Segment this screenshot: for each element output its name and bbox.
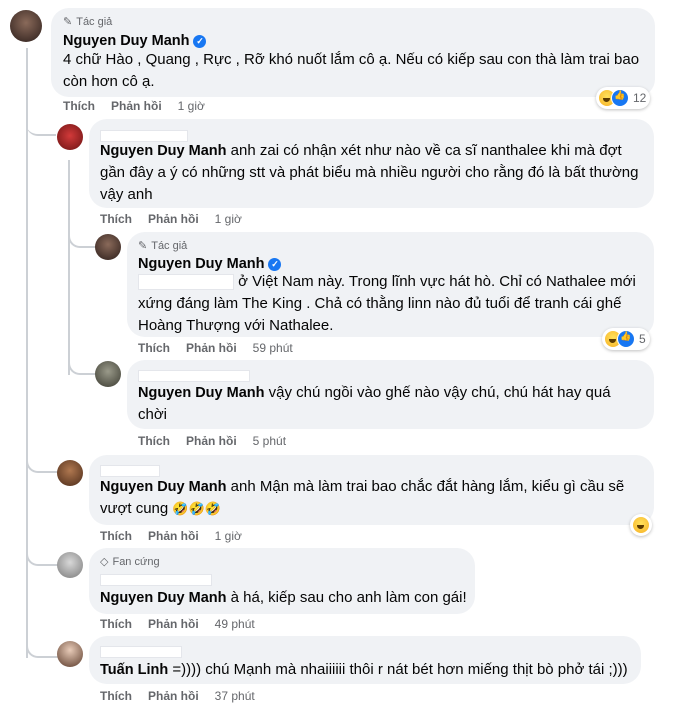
reaction-summary[interactable] xyxy=(630,514,652,536)
comment-actions: Thích Phản hồi 1 giờ xyxy=(100,529,242,543)
thread-connector xyxy=(26,118,56,136)
verified-icon: ✓ xyxy=(268,257,282,271)
diamond-icon: ◇ xyxy=(100,556,109,568)
commenter-name[interactable]: Nguyen Duy Manh ✓ xyxy=(138,256,282,272)
comment-actions: Thích Phản hồi 49 phút xyxy=(100,617,255,631)
comment-actions: Thích Phản hồi 59 phút xyxy=(138,341,293,355)
author-badge: ✎ Tác giả xyxy=(138,239,188,253)
avatar[interactable] xyxy=(57,552,83,578)
verified-icon: ✓ xyxy=(193,34,207,48)
reply-button[interactable]: Phản hồi xyxy=(186,341,237,355)
like-button[interactable]: Thích xyxy=(100,689,132,703)
commenter-name[interactable]: Nguyen Duy Manh xyxy=(100,143,226,159)
commenter-name[interactable]: Nguyen Duy Manh xyxy=(100,590,226,606)
like-button[interactable]: Thích xyxy=(100,617,132,631)
comment-text: Nguyen Duy Manh anh Mận mà làm trai bao … xyxy=(100,478,625,517)
commenter-name[interactable]: Tuấn Linh xyxy=(100,662,168,678)
comment-text: 4 chữ Hào , Quang , Rực , Rỡ khó nuốt lắ… xyxy=(63,51,640,90)
like-button[interactable]: Thích xyxy=(138,341,170,355)
like-button[interactable]: Thích xyxy=(100,529,132,543)
timestamp[interactable]: 1 giờ xyxy=(215,212,242,226)
avatar[interactable] xyxy=(10,10,42,42)
reaction-summary[interactable]: 5 xyxy=(602,328,650,350)
pencil-icon: ✎ xyxy=(63,16,73,28)
thread-line xyxy=(68,160,70,375)
redacted-text xyxy=(138,274,234,291)
reply-button[interactable]: Phản hồi xyxy=(111,99,162,113)
comment-actions: Thích Phản hồi 37 phút xyxy=(100,689,255,703)
reaction-count: 5 xyxy=(639,332,646,346)
avatar[interactable] xyxy=(95,361,121,387)
fan-badge: ◇ Fan cứng xyxy=(100,555,160,569)
avatar[interactable] xyxy=(95,234,121,260)
comment-actions: Thích Phản hồi 5 phút xyxy=(138,434,286,448)
thread-connector xyxy=(68,228,96,248)
author-badge-label: Tác giả xyxy=(151,239,188,252)
thread-line xyxy=(26,48,28,658)
comment-text: Nguyen Duy Manh anh zai có nhận xét như … xyxy=(100,142,639,203)
timestamp[interactable]: 1 giờ xyxy=(215,529,242,543)
avatar[interactable] xyxy=(57,641,83,667)
timestamp[interactable]: 49 phút xyxy=(215,617,255,631)
reaction-summary[interactable]: 12 xyxy=(596,87,651,109)
timestamp[interactable]: 37 phút xyxy=(215,689,255,703)
comment-text: Nguyen Duy Manh à há, kiếp sau cho anh l… xyxy=(100,589,467,606)
reply-button[interactable]: Phản hồi xyxy=(148,689,199,703)
like-button[interactable]: Thích xyxy=(63,99,95,113)
reply-button[interactable]: Phản hồi xyxy=(148,617,199,631)
timestamp[interactable]: 5 phút xyxy=(253,434,286,448)
reply-button[interactable]: Phản hồi xyxy=(148,529,199,543)
haha-icon xyxy=(632,516,650,534)
thread-connector xyxy=(26,455,58,473)
pencil-icon: ✎ xyxy=(138,240,148,252)
comment-text: Tuấn Linh =)))) chú Mạnh mà nhaiiiiii th… xyxy=(100,661,628,678)
thread-connector xyxy=(26,640,58,658)
comment-text: ở Việt Nam này. Trong lĩnh vực hát hò. C… xyxy=(138,273,636,334)
like-icon xyxy=(611,89,629,107)
avatar[interactable] xyxy=(57,124,83,150)
comment-actions: Thích Phản hồi 1 giờ xyxy=(100,212,242,226)
thread-connector xyxy=(68,355,96,375)
like-button[interactable]: Thích xyxy=(138,434,170,448)
comment-actions: Thích Phản hồi 1 giờ xyxy=(63,99,205,113)
commenter-name[interactable]: Nguyen Duy Manh xyxy=(138,385,264,401)
fan-badge-label: Fan cứng xyxy=(112,555,160,568)
reply-button[interactable]: Phản hồi xyxy=(148,212,199,226)
reaction-count: 12 xyxy=(633,91,647,105)
author-badge: ✎ Tác giả xyxy=(63,15,113,29)
commenter-name[interactable]: Nguyen Duy Manh xyxy=(100,479,226,495)
commenter-name[interactable]: Nguyen Duy Manh ✓ xyxy=(63,33,207,49)
reply-button[interactable]: Phản hồi xyxy=(186,434,237,448)
timestamp[interactable]: 1 giờ xyxy=(178,99,205,113)
like-icon xyxy=(617,330,635,348)
timestamp[interactable]: 59 phút xyxy=(253,341,293,355)
author-badge-label: Tác giả xyxy=(76,15,113,28)
avatar[interactable] xyxy=(57,460,83,486)
comment-text: Nguyen Duy Manh vậy chú ngồi vào ghế nào… xyxy=(138,384,611,423)
thread-connector xyxy=(26,548,58,566)
like-button[interactable]: Thích xyxy=(100,212,132,226)
